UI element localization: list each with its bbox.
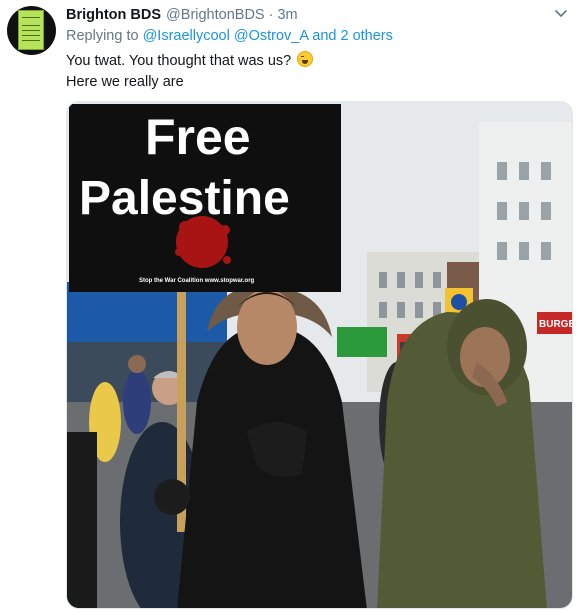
placard-line-2: Palestine — [79, 172, 290, 225]
reply-context: Replying to @Israellycool @Ostrov_A and … — [66, 28, 393, 44]
display-name[interactable]: Brighton BDS — [66, 7, 161, 23]
protest-sign-icon — [18, 10, 44, 50]
mention-others-link[interactable]: and 2 others — [312, 28, 393, 44]
separator: · — [268, 7, 274, 23]
placard-line-1: Free — [145, 109, 251, 165]
reply-prefix: Replying to — [66, 28, 139, 44]
mention-link-2[interactable]: @Ostrov_A — [234, 28, 308, 44]
tweet[interactable]: Brighton BDS @BrightonBDS · 3m Replying … — [0, 0, 581, 615]
placard-small-print: Stop the War Coalition www.stopwar.org — [139, 278, 255, 284]
timestamp[interactable]: 3m — [277, 7, 297, 23]
tweet-text: You twat. You thought that was us? Here … — [66, 51, 314, 93]
tweet-text-line-2: Here we really are — [66, 74, 184, 90]
shop-sign-text: BURGE — [539, 319, 573, 330]
tweet-text-line-1: You twat. You thought that was us? — [66, 53, 292, 69]
tweet-header: Brighton BDS @BrightonBDS · 3m — [66, 5, 298, 25]
avatar[interactable] — [7, 6, 56, 55]
chevron-down-icon[interactable] — [554, 9, 568, 19]
face-with-tears-of-joy-icon — [297, 51, 314, 67]
protest-photo: BURGE Free Palestine Stop the War Coalit… — [67, 102, 573, 608]
user-handle[interactable]: @BrightonBDS — [166, 7, 265, 23]
mention-link-1[interactable]: @Israellycool — [143, 28, 230, 44]
tweet-photo[interactable]: BURGE Free Palestine Stop the War Coalit… — [66, 101, 573, 609]
free-palestine-placard: Free Palestine Stop the War Coalition ww… — [69, 104, 341, 292]
